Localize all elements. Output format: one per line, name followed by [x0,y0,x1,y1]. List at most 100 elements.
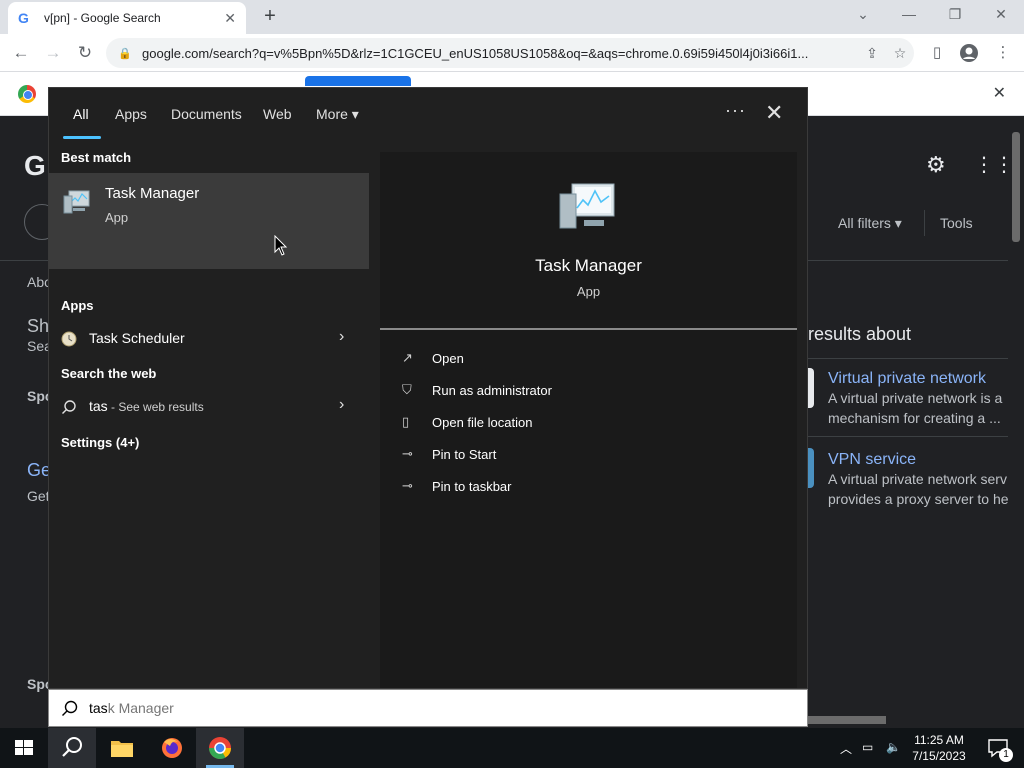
action-open[interactable]: ↗ Open [380,344,797,374]
related-desc: A virtual private network serv [828,471,1007,487]
related-title[interactable]: Virtual private network [828,370,1008,388]
close-tab-icon[interactable]: ✕ [224,10,236,27]
close-infobar-icon[interactable]: ✕ [993,83,1006,103]
vertical-scrollbar[interactable] [1008,116,1024,712]
reload-button[interactable]: ↻ [72,40,98,66]
notification-center-button[interactable]: 1 [978,728,1018,768]
best-match-type: App [105,210,129,225]
all-filters-button[interactable]: All filters ▾ [838,215,902,232]
tab-web[interactable]: Web [263,106,292,122]
network-icon[interactable]: ▭ [862,740,873,754]
volume-icon[interactable]: 🔈 [886,740,901,754]
search-tabs: All Apps Documents Web More ▾ ··· ✕ [49,88,807,140]
web-result-label: tas - See web results [89,398,204,414]
action-open-file-location[interactable]: ▯ Open file location [380,408,797,438]
settings-gear-icon[interactable]: ⚙ [926,152,946,178]
bookmark-star-icon[interactable]: ☆ [886,45,914,62]
lock-icon: 🔒 [118,47,132,60]
shield-icon: ⛉ [402,382,412,397]
tab-more[interactable]: More ▾ [316,106,359,123]
firefox-button[interactable] [148,728,196,768]
chrome-logo-icon [18,85,36,103]
clock-icon [61,331,77,347]
google-logo[interactable]: G [24,150,46,182]
tab-documents[interactable]: Documents [171,106,242,122]
chrome-icon [209,737,231,759]
profile-avatar[interactable] [956,40,982,66]
close-window-button[interactable]: ✕ [978,0,1024,30]
tab-all[interactable]: All [73,106,89,122]
search-icon [62,400,76,414]
app-result-task-scheduler[interactable]: Task Scheduler › [49,322,369,356]
panel-header: results about [808,324,912,344]
folder-icon: ▯ [402,414,410,429]
share-icon[interactable]: ⇪ [858,45,886,62]
action-label: Open file location [432,415,533,430]
best-match-heading: Best match [61,150,132,165]
tab-title: v[pn] - Google Search [44,11,161,25]
open-icon: ↗ [402,350,413,365]
pin-icon: ⊸ [402,446,413,461]
side-panel-icon[interactable]: ▯ [924,40,950,66]
address-bar[interactable]: 🔒 google.com/search?q=v%5Bpn%5D&rlz=1C1G… [106,38,914,68]
chevron-right-icon[interactable]: › [339,396,344,414]
web-heading: Search the web [61,366,157,381]
action-label: Pin to Start [432,447,497,462]
related-desc: mechanism for creating a ... [828,410,1001,426]
related-item[interactable]: VPN service A virtual private network se… [828,451,1008,509]
best-match-item[interactable]: Task Manager App [49,173,369,269]
chevron-right-icon[interactable]: › [339,328,344,346]
minimize-button[interactable]: — [886,0,932,30]
apps-heading: Apps [61,298,94,313]
new-tab-button[interactable]: + [258,4,282,28]
tools-button[interactable]: Tools [940,215,973,231]
back-button[interactable]: ← [8,40,34,66]
tab-apps[interactable]: Apps [115,106,147,122]
clock-time: 11:25 AM [914,733,964,747]
related-desc: A virtual private network is a [828,390,1003,406]
action-run-as-admin[interactable]: ⛉ Run as administrator [380,376,797,406]
active-tab-indicator [63,136,101,139]
firefox-icon [162,738,182,758]
infobar-button[interactable] [305,76,411,86]
search-text: task Manager [89,700,174,716]
url-text: google.com/search?q=v%5Bpn%5D&rlz=1C1GCE… [142,45,809,61]
action-pin-to-taskbar[interactable]: ⊸ Pin to taskbar [380,472,797,502]
preview-subtitle: App [576,284,601,299]
taskbar-search-button[interactable] [48,728,96,768]
action-pin-to-start[interactable]: ⊸ Pin to Start [380,440,797,470]
results-list: Best match Task Manager App Apps Task Sc… [49,140,369,688]
taskbar: ︿ ▭ 🔈 11:25 AM 7/15/2023 1 [0,728,1024,768]
chrome-button[interactable] [196,728,244,768]
restore-button[interactable]: ❐ [932,0,978,30]
scrollbar-thumb[interactable] [808,716,886,724]
related-item[interactable]: Virtual private network A virtual privat… [828,370,1008,428]
notification-icon [988,739,1008,758]
clock[interactable]: 11:25 AM 7/15/2023 [908,732,970,764]
mouse-cursor-icon [274,235,288,256]
google-apps-icon[interactable]: ⋮⋮⋮ [974,152,1008,177]
browser-tab[interactable]: G v[pn] - Google Search ✕ [8,2,246,34]
file-explorer-button[interactable] [98,728,146,768]
browser-toolbar: ← → ↻ 🔒 google.com/search?q=v%5Bpn%5D&rl… [0,34,1024,72]
start-button[interactable] [0,728,48,768]
task-manager-icon [63,190,90,214]
web-result[interactable]: tas - See web results › [49,390,369,424]
notification-badge: 1 [999,748,1013,762]
close-icon[interactable]: ✕ [765,100,783,126]
clock-date: 7/15/2023 [912,749,966,763]
scrollbar-thumb[interactable] [1012,132,1020,242]
chrome-menu-icon[interactable]: ⋮ [990,40,1016,66]
google-favicon-icon: G [18,10,29,26]
forward-button[interactable]: → [40,40,66,66]
divider [380,328,797,330]
settings-heading[interactable]: Settings (4+) [61,435,139,450]
search-icon [62,700,78,716]
preview-pane: Task Manager App ↗ Open ⛉ Run as adminis… [380,152,797,688]
show-hidden-icons-icon[interactable]: ︿ [840,740,852,757]
more-options-icon[interactable]: ··· [725,100,746,121]
search-input[interactable]: task Manager [48,689,808,727]
tab-search-icon[interactable]: ⌄ [840,0,886,30]
related-title[interactable]: VPN service [828,451,1008,469]
app-result-label: Task Scheduler [89,330,185,346]
